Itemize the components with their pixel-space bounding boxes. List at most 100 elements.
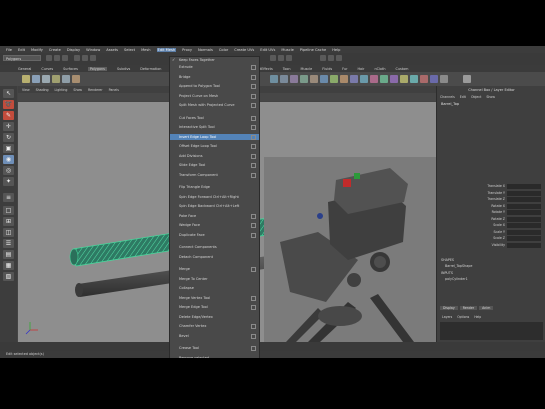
viewport-menu-panels[interactable]: Panels <box>109 88 119 92</box>
poly-torus-icon[interactable] <box>72 75 80 83</box>
new-scene-icon[interactable] <box>46 55 52 61</box>
combine-icon[interactable] <box>270 75 278 83</box>
menu-item-merge-edge-tool[interactable]: Merge Edge Tool <box>170 304 259 310</box>
attr-field-rotate-z[interactable] <box>507 216 541 222</box>
option-box-icon[interactable] <box>251 333 256 339</box>
layout-hypershade-icon[interactable]: ▦ <box>3 261 14 270</box>
menu-item-detach-component[interactable]: Detach Component <box>170 254 259 260</box>
attr-field-rotate-y[interactable] <box>507 210 541 215</box>
viewport-menu-view[interactable]: View <box>22 88 30 92</box>
menu-edit[interactable]: Edit <box>18 48 25 52</box>
shelf-tab-polygons[interactable]: Polygons <box>87 66 107 71</box>
bridge-icon[interactable] <box>340 75 348 83</box>
viewport-menu-shading[interactable]: Shading <box>36 88 49 92</box>
menu-file[interactable]: File <box>6 48 12 52</box>
last-tool-icon[interactable]: ≡ <box>3 193 14 202</box>
option-box-icon[interactable] <box>251 84 256 89</box>
option-box-icon[interactable] <box>251 103 256 108</box>
menu-modify[interactable]: Modify <box>31 48 43 52</box>
menu-item-delete-edge-vertex[interactable]: Delete Edge/Vertex <box>170 314 259 320</box>
merge-icon[interactable] <box>400 75 408 83</box>
option-box-icon[interactable] <box>251 125 256 130</box>
layer-tab-anim[interactable]: Anim <box>479 306 494 310</box>
soft-mod-tool-icon[interactable]: ◎ <box>3 166 14 175</box>
layout-outliner-icon[interactable]: ☰ <box>3 239 14 248</box>
scale-tool-icon[interactable]: ▣ <box>3 144 14 153</box>
layout-single-icon[interactable]: □ <box>3 206 14 215</box>
menu-muscle[interactable]: Muscle <box>281 48 293 52</box>
poly-cone-icon[interactable] <box>52 75 60 83</box>
object-name[interactable]: Barrel_Top <box>441 102 459 106</box>
menu-item-chamfer-vertex[interactable]: Chamfer Vertex <box>170 323 259 329</box>
lasso-tool-icon[interactable]: ➰ <box>3 100 14 109</box>
menu-item-bridge[interactable]: Bridge <box>170 74 259 80</box>
attr-field-translate-z[interactable] <box>507 197 541 202</box>
menu-proxy[interactable]: Proxy <box>182 48 192 52</box>
option-box-icon[interactable] <box>251 153 256 159</box>
manipulator-green[interactable] <box>354 173 360 179</box>
layout-script-icon[interactable]: ▧ <box>3 272 14 281</box>
menu-item-spin-edge-forward[interactable]: Spin Edge Forward Ctrl+Alt+Right <box>170 194 259 200</box>
menu-item-remove-selected[interactable]: Remove selected <box>170 355 259 359</box>
menu-item-split-mesh-with-projected-curve[interactable]: Split Mesh with Projected Curve <box>170 102 259 108</box>
mirror-icon[interactable] <box>320 75 328 83</box>
universal-manipulator-icon[interactable]: ◉ <box>3 155 14 164</box>
channel-tab-object[interactable]: Object <box>471 95 481 99</box>
menu-item-flip-triangle-edge[interactable]: Flip Triangle Edge <box>170 184 259 190</box>
menu-item-merge[interactable]: Merge <box>170 266 259 272</box>
option-box-icon[interactable] <box>251 232 256 238</box>
attr-field-visibility[interactable] <box>507 242 541 248</box>
fill-hole-icon[interactable] <box>350 75 358 83</box>
extract-icon[interactable] <box>290 75 298 83</box>
shelf-tab-fluids[interactable]: Fluids <box>322 67 332 71</box>
shelf-tab-curves[interactable]: Curves <box>41 67 53 71</box>
menu-select[interactable]: Select <box>124 48 135 52</box>
shelf-tab-fur[interactable]: Fur <box>342 67 347 71</box>
layer-menu-layers[interactable]: Layers <box>442 315 452 319</box>
layer-menu-help[interactable]: Help <box>474 315 481 319</box>
select-object-icon[interactable] <box>82 55 88 61</box>
shelf-tab-ncloth[interactable]: nCloth <box>374 67 385 71</box>
attr-field-scale-z[interactable] <box>507 236 541 241</box>
option-box-icon[interactable] <box>251 115 256 121</box>
menu-help[interactable]: Help <box>332 48 340 52</box>
poly-cube-icon[interactable] <box>32 75 40 83</box>
shelf-tab-deformation[interactable]: Deformation <box>140 67 161 71</box>
snap-grid-icon[interactable] <box>270 55 276 61</box>
bevel-icon[interactable] <box>420 75 428 83</box>
menu-create-uvs[interactable]: Create UVs <box>234 48 254 52</box>
keep-faces-together-item[interactable]: ✓ Keep Faces Together <box>170 57 259 63</box>
collapse-icon[interactable] <box>410 75 418 83</box>
time-slider[interactable] <box>0 342 545 351</box>
shelf-menu-icon[interactable] <box>463 75 471 83</box>
poly-cylinder-icon[interactable] <box>42 75 50 83</box>
menu-item-project-curve-on-mesh[interactable]: Project Curve on Mesh <box>170 93 259 99</box>
menu-item-append-to-polygon-tool[interactable]: Append to Polygon Tool <box>170 83 259 89</box>
snap-curve-icon[interactable] <box>278 55 284 61</box>
menu-mesh[interactable]: Mesh <box>141 48 150 52</box>
menu-item-merge-vertex-tool[interactable]: Merge Vertex Tool <box>170 295 259 301</box>
attr-field-translate-x[interactable] <box>507 184 541 189</box>
shelf-tab-general[interactable]: General <box>18 67 31 71</box>
menu-item-merge-to-center[interactable]: Merge To Center <box>170 276 259 282</box>
menu-item-slide-edge-tool[interactable]: Slide Edge Tool <box>170 162 259 168</box>
option-box-icon[interactable] <box>251 213 256 219</box>
channel-tab-channels[interactable]: Channels <box>440 95 455 99</box>
menu-edit-uvs[interactable]: Edit UVs <box>260 48 275 52</box>
shelf-tab-subdivs[interactable]: Subdivs <box>117 67 130 71</box>
menu-edit-mesh[interactable]: Edit Mesh <box>156 47 177 52</box>
shelf-tab-custom[interactable]: Custom <box>395 67 408 71</box>
option-box-icon[interactable] <box>251 267 256 272</box>
attr-field-translate-y[interactable] <box>507 190 541 196</box>
manipulator-red[interactable] <box>343 179 351 187</box>
snap-point-icon[interactable] <box>286 55 292 61</box>
menu-create[interactable]: Create <box>49 48 61 52</box>
shape-name[interactable]: Barrel_TopShape <box>445 264 472 268</box>
option-box-icon[interactable] <box>251 172 256 178</box>
viewport-menu-renderer[interactable]: Renderer <box>88 88 103 92</box>
shelf-tab-toon[interactable]: Toon <box>283 67 291 71</box>
shelf-tab-surfaces[interactable]: Surfaces <box>63 67 78 71</box>
menu-item-extrude[interactable]: Extrude <box>170 64 259 70</box>
offset-loop-icon[interactable] <box>390 75 398 83</box>
layout-side-icon[interactable]: ◫ <box>3 228 14 237</box>
